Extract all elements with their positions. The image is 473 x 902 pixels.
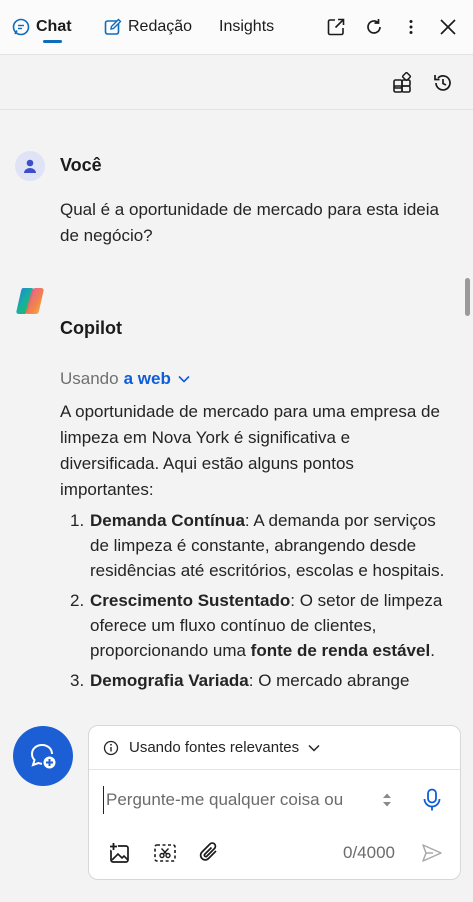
point-text: : O mercado abrange xyxy=(248,671,410,690)
refresh-button[interactable] xyxy=(361,14,387,40)
point-title: Demanda Contínua xyxy=(90,511,245,530)
tab-redacao[interactable]: Redação xyxy=(104,14,192,40)
tab-redacao-label: Redação xyxy=(128,18,193,35)
point-highlight: fonte de renda estável xyxy=(250,641,431,660)
point-title: Demografia Variada xyxy=(90,671,249,690)
character-counter: 0/4000 xyxy=(343,843,395,862)
using-prefix: Usando xyxy=(60,369,119,388)
tab-insights[interactable]: Insights xyxy=(219,14,274,40)
active-tab-indicator xyxy=(43,40,62,43)
expand-input-button[interactable] xyxy=(376,789,398,811)
open-external-icon xyxy=(327,18,345,36)
tab-insights-label: Insights xyxy=(219,18,275,35)
more-vertical-icon xyxy=(409,20,413,34)
user-avatar xyxy=(15,151,45,181)
tab-chat[interactable]: Chat xyxy=(12,14,72,43)
add-image-icon xyxy=(109,842,129,863)
secondary-toolbar xyxy=(0,56,473,110)
send-icon xyxy=(422,844,442,862)
sources-label: Usando fontes relevantes xyxy=(129,739,300,756)
history-icon xyxy=(434,75,451,91)
microphone-button[interactable] xyxy=(419,786,445,814)
point-text-end: . xyxy=(430,641,435,660)
list-number: 1. xyxy=(70,511,85,530)
user-message: Qual é a oportunidade de mercado para es… xyxy=(60,200,439,245)
scrollbar-thumb[interactable] xyxy=(465,278,470,316)
plugins-button[interactable] xyxy=(390,70,416,96)
close-icon xyxy=(440,19,456,35)
list-item: 2. Crescimento Sustentado: O setor de li… xyxy=(60,588,450,663)
send-button[interactable] xyxy=(419,840,445,866)
compose-icon xyxy=(104,18,122,35)
response-list: 1. Demanda Contínua: A demanda por servi… xyxy=(60,508,450,698)
new-topic-button[interactable] xyxy=(13,726,73,786)
open-external-button[interactable] xyxy=(323,14,349,40)
using-sources-toggle[interactable]: Usando a web xyxy=(60,369,191,389)
history-button[interactable] xyxy=(430,70,456,96)
chevron-down-icon xyxy=(178,375,190,383)
copilot-logo xyxy=(14,285,46,317)
chevron-down-icon xyxy=(308,744,320,752)
person-icon xyxy=(24,159,36,173)
copilot-logo-icon xyxy=(16,288,44,314)
composer: Usando fontes relevantes Pergunte-me qua… xyxy=(88,725,461,880)
up-down-arrows-icon xyxy=(383,793,391,807)
copilot-name: Copilot xyxy=(60,318,122,338)
sources-selector[interactable]: Usando fontes relevantes xyxy=(89,726,460,770)
microphone-icon xyxy=(423,788,441,811)
list-number: 3. xyxy=(70,671,85,690)
user-name: Você xyxy=(60,155,102,175)
add-image-button[interactable] xyxy=(107,840,133,866)
chat-icon xyxy=(12,18,30,36)
more-options-button[interactable] xyxy=(398,14,424,40)
conversation-area: Você Qual é a oportunidade de mercado pa… xyxy=(0,111,473,705)
using-web-link[interactable]: a web xyxy=(124,369,171,389)
copilot-intro: A oportunidade de mercado para uma empre… xyxy=(60,402,440,499)
info-icon xyxy=(103,740,119,755)
close-button[interactable] xyxy=(435,14,461,40)
list-number: 2. xyxy=(70,591,85,610)
refresh-icon xyxy=(367,19,381,34)
tab-chat-label: Chat xyxy=(36,18,72,35)
list-item: 1. Demanda Contínua: A demanda por servi… xyxy=(60,508,450,583)
paperclip-icon xyxy=(199,842,217,861)
top-bar: Chat Redação Insights xyxy=(0,0,473,55)
new-chat-icon xyxy=(30,744,56,769)
prompt-input[interactable]: Pergunte-me qualquer coisa ou xyxy=(103,786,363,814)
list-item: 3. Demografia Variada: O mercado abrange xyxy=(60,668,450,693)
screenshot-button[interactable] xyxy=(152,840,178,866)
screenshot-crop-icon xyxy=(154,844,176,862)
point-title: Crescimento Sustentado xyxy=(90,591,291,610)
attach-button[interactable] xyxy=(196,839,222,865)
plugins-icon xyxy=(393,72,411,93)
